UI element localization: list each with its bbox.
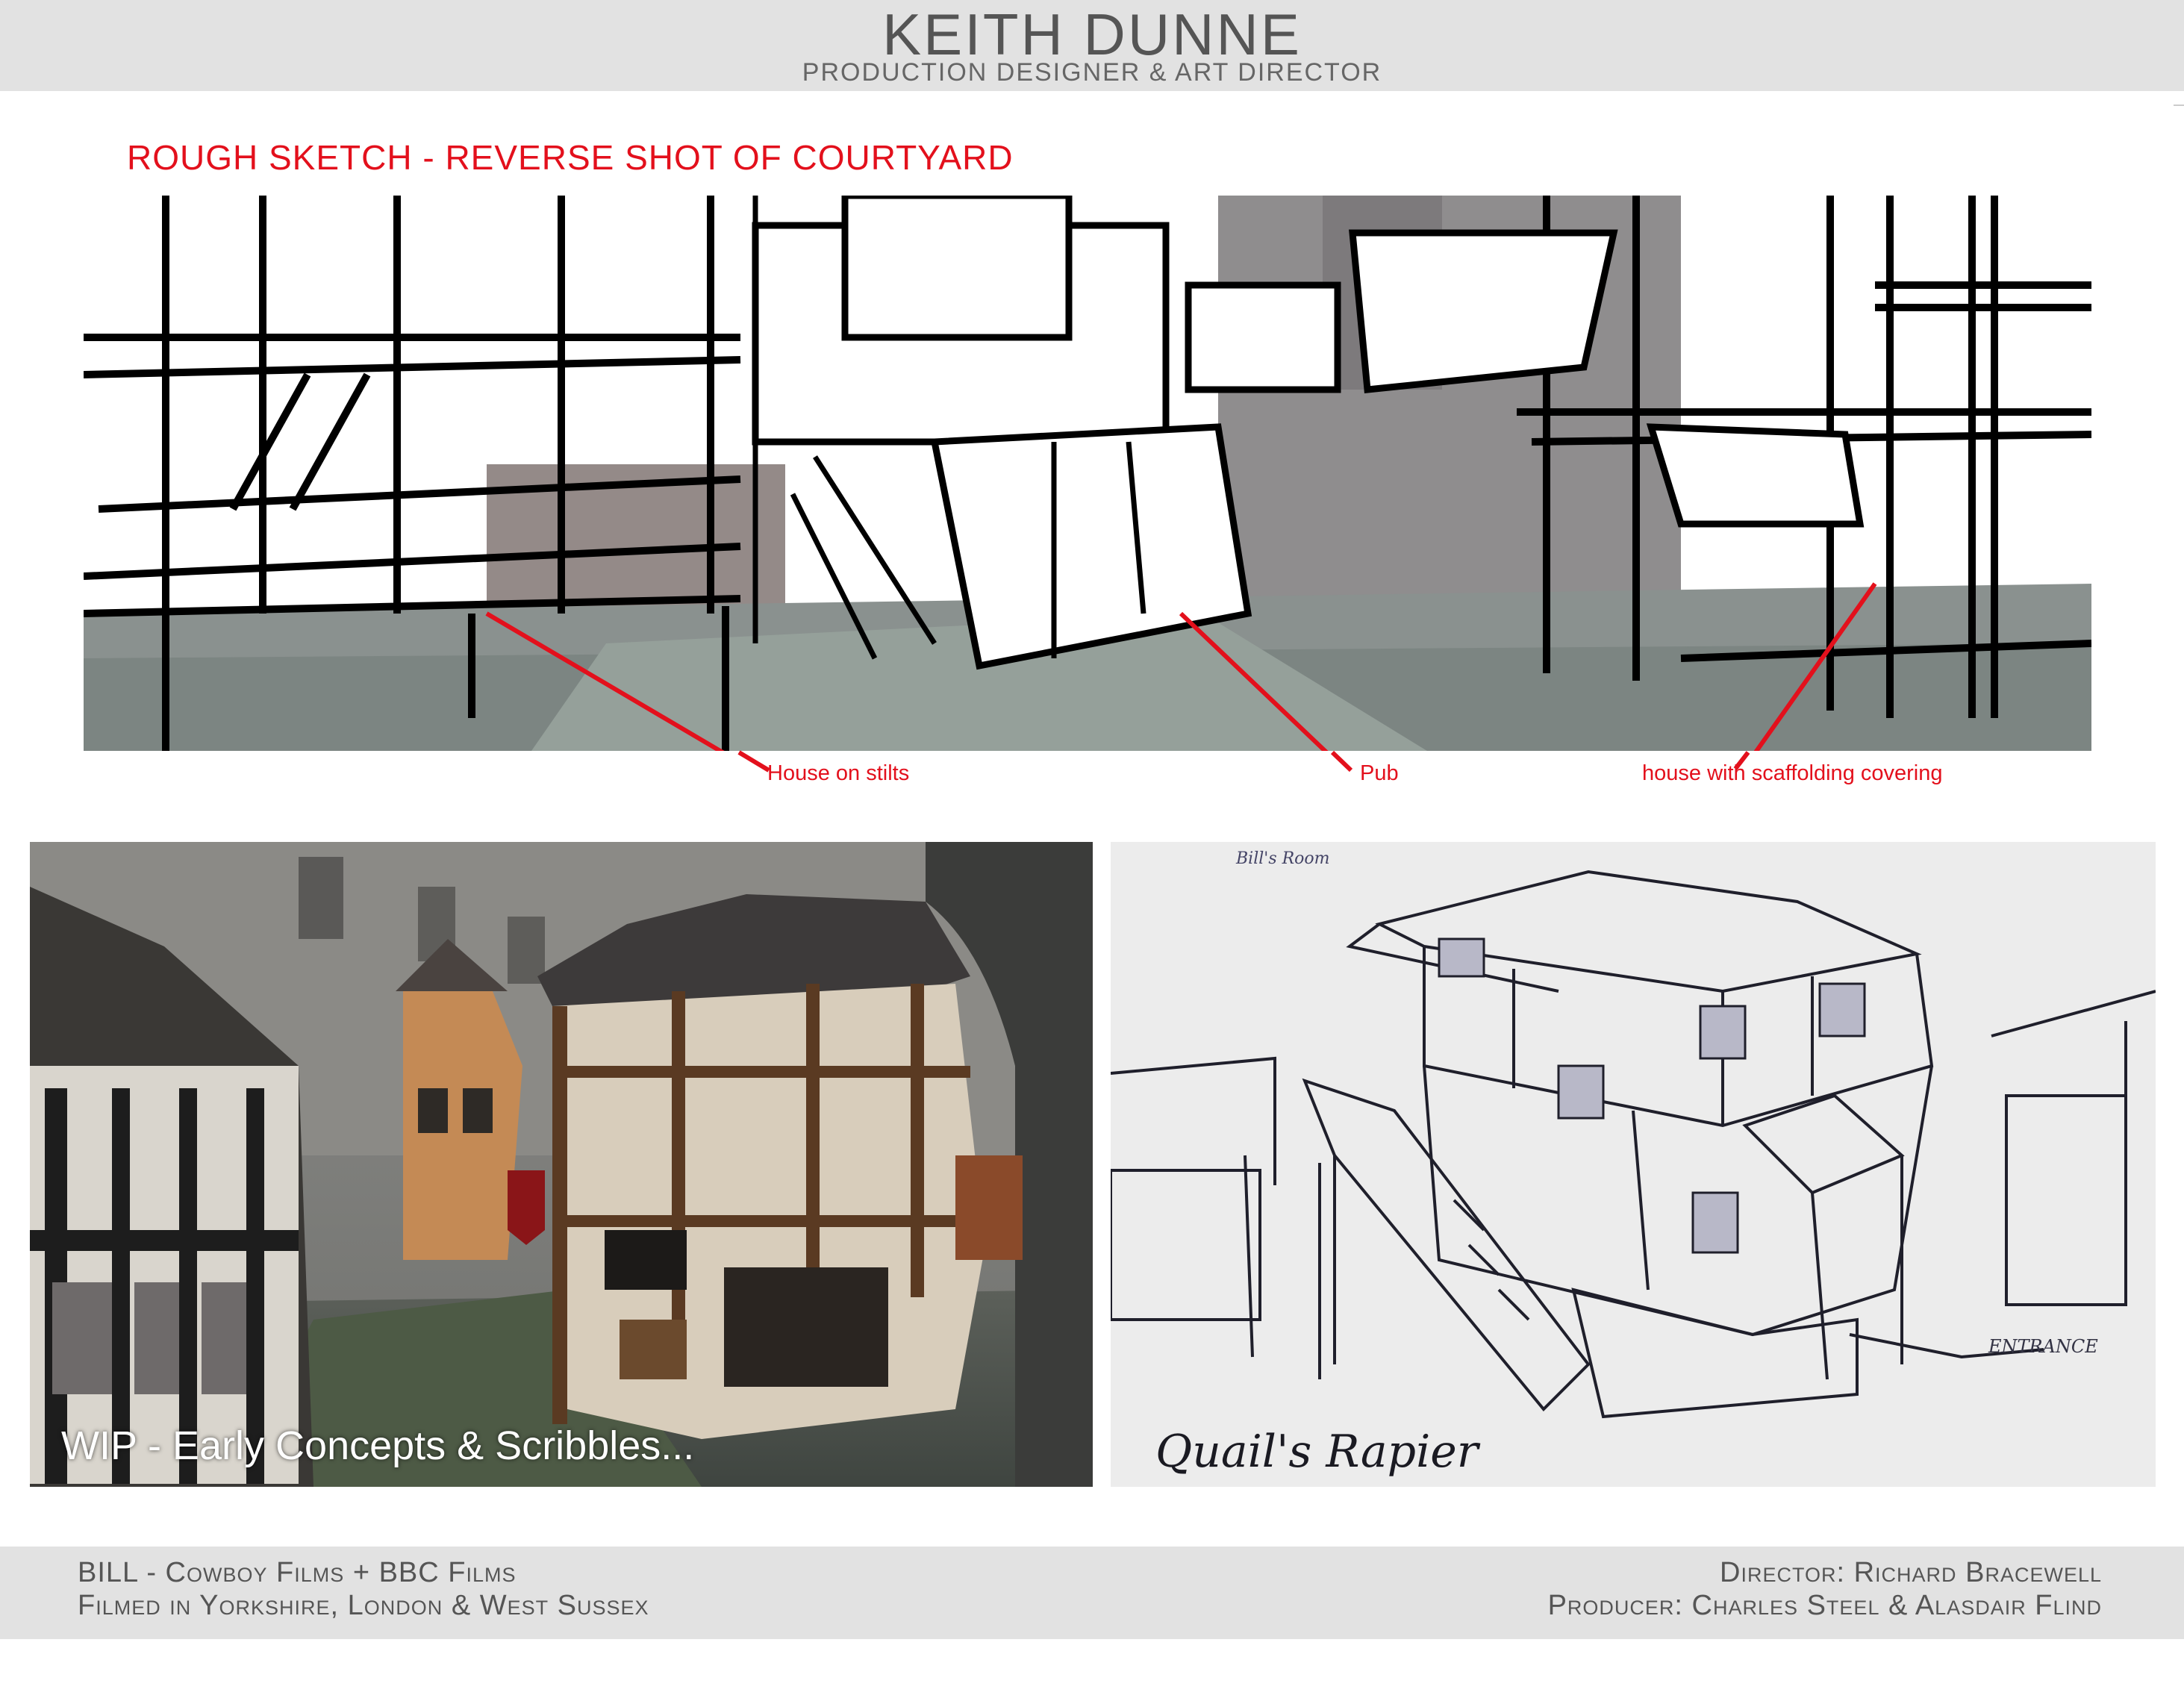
concept-painting [30,842,1093,1487]
director-credit: Director: Richard Bracewell [1720,1557,2102,1588]
annotation-leaders [737,750,1750,773]
handwritten-entrance: ENTRANCE [1988,1336,2098,1357]
pen-sketch [1111,842,2156,1487]
producer-credit: Producer: Charles Steel & Alasdair Flind [1547,1590,2102,1621]
location-credit: Filmed in Yorkshire, London & West Susse… [78,1590,649,1621]
handwritten-note-top: Bill's Room [1236,849,1330,868]
wip-caption: WIP - Early Concepts & Scribbles... [61,1423,695,1468]
handwritten-title: Quail's Rapier [1155,1426,1479,1478]
credits-footer: BILL - Cowboy Films + BBC Films Filmed i… [0,1547,2184,1639]
production-credit: BILL - Cowboy Films + BBC Films [78,1557,517,1588]
